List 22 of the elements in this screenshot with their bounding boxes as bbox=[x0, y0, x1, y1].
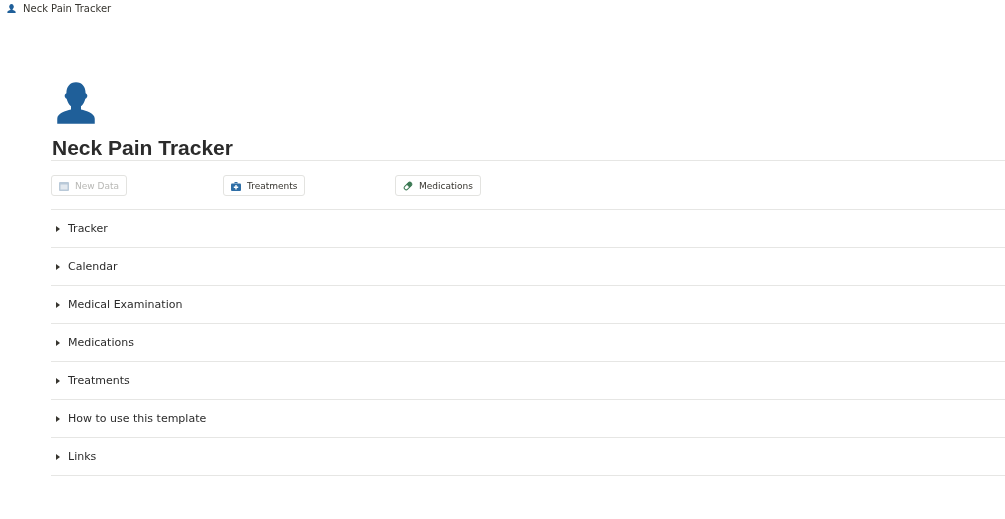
toggle-heading: Tracker bbox=[68, 222, 108, 235]
toggle-arrow-icon[interactable] bbox=[55, 377, 61, 384]
page-title: Neck Pain Tracker bbox=[52, 136, 234, 160]
person-icon bbox=[6, 2, 17, 14]
toggle-heading: Medical Examination bbox=[68, 298, 183, 311]
toggle-arrow-icon[interactable] bbox=[55, 415, 61, 422]
toggle-arrow-icon[interactable] bbox=[55, 301, 61, 308]
calendar-icon bbox=[59, 180, 69, 191]
toggle-heading: Links bbox=[68, 450, 97, 463]
toggle-arrow-icon[interactable] bbox=[55, 263, 61, 270]
first-aid-kit-icon bbox=[231, 180, 241, 191]
action-button[interactable]: Treatments bbox=[223, 175, 306, 196]
toggle-arrow-icon[interactable] bbox=[55, 453, 61, 460]
toggle-arrow-icon[interactable] bbox=[55, 225, 61, 232]
pill-icon bbox=[403, 180, 413, 191]
breadcrumb-title[interactable]: Neck Pain Tracker bbox=[23, 2, 112, 14]
action-button[interactable]: Medications bbox=[395, 175, 481, 196]
toggle-arrow-icon[interactable] bbox=[55, 339, 61, 346]
toggle-heading: Calendar bbox=[68, 260, 118, 273]
toggle-heading: How to use this template bbox=[68, 412, 207, 425]
toggle-heading: Treatments bbox=[68, 374, 130, 387]
toggle-heading: Medications bbox=[68, 336, 134, 349]
